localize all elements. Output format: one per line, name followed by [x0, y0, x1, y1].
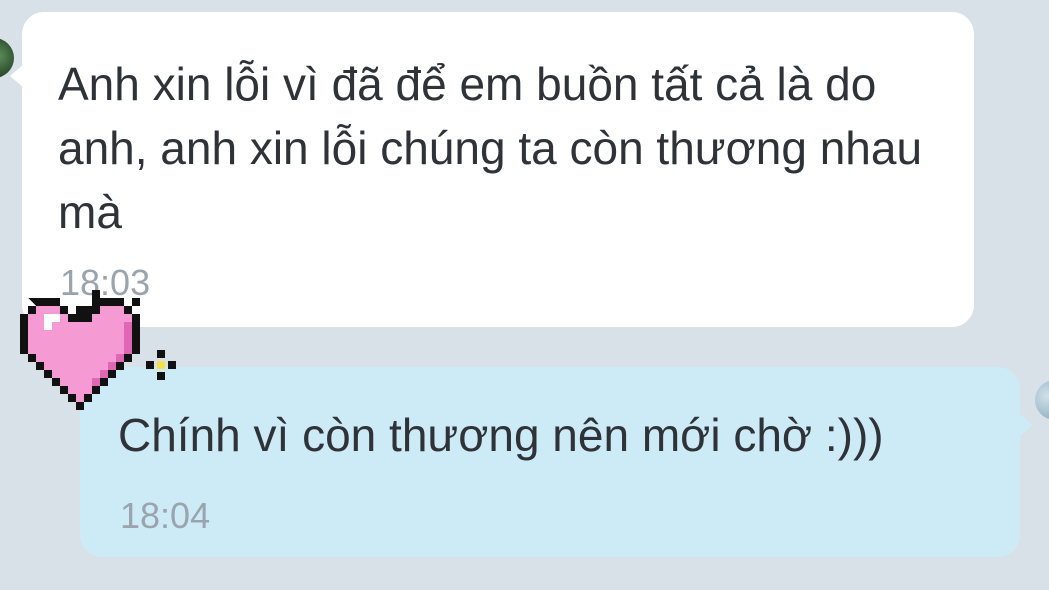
- chat-thread: Anh xin lỗi vì đã để em buồn tất cả là d…: [0, 0, 1049, 590]
- sparkle-icon: [146, 350, 176, 380]
- sent-message-text: Chính vì còn thương nên mới chờ :))): [118, 409, 884, 461]
- own-avatar[interactable]: [1035, 380, 1049, 420]
- sent-message-time: 18:04: [120, 495, 211, 536]
- received-message-bubble[interactable]: Anh xin lỗi vì đã để em buồn tất cả là d…: [10, 12, 974, 327]
- pink-pixel-heart-icon: [20, 290, 140, 410]
- received-message-text: Anh xin lỗi vì đã để em buồn tất cả là d…: [58, 58, 923, 238]
- sent-message-bubble[interactable]: Chính vì còn thương nên mới chờ :))) 18:…: [80, 367, 1033, 557]
